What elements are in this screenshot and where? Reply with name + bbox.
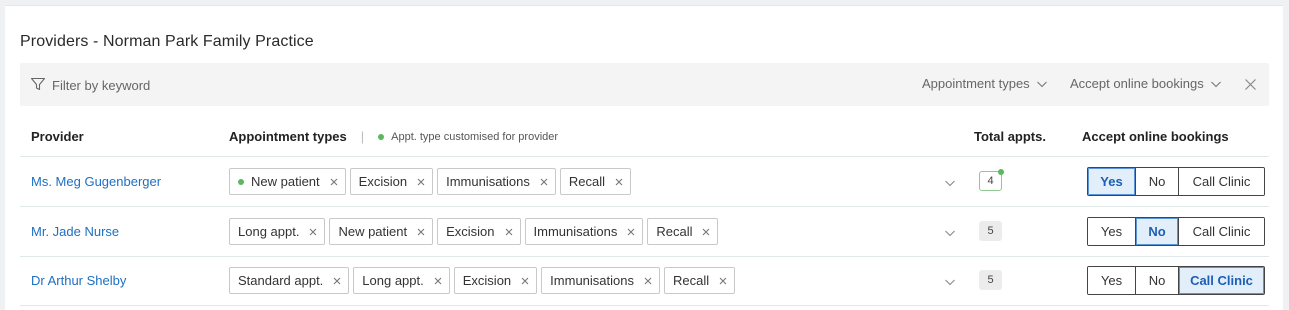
remove-chip-icon[interactable] <box>540 178 548 186</box>
appointment-type-chip: New patient <box>329 218 434 245</box>
column-header-accept: Accept online bookings <box>1082 129 1229 144</box>
total-appts-badge: 4 <box>979 169 1004 191</box>
column-header-appointment-types-label: Appointment types <box>229 129 347 144</box>
appointment-type-chip: Long appt. <box>353 267 450 294</box>
table-row: Dr Arthur Shelby Standard appt. Long appt.… <box>20 256 1269 305</box>
chip-label: Recall <box>672 273 710 288</box>
chip-label: Standard appt. <box>238 273 324 288</box>
chip-label: Immunisations <box>533 224 618 239</box>
remove-chip-icon[interactable] <box>333 277 341 285</box>
provider-name-link[interactable]: Ms. Meg Gugenberger <box>31 174 161 189</box>
total-appts-badge: 5 <box>979 221 1002 241</box>
accept-option-yes[interactable]: Yes <box>1088 168 1135 195</box>
accept-option-call[interactable]: Call Clinic <box>1178 267 1264 294</box>
accept-option-yes[interactable]: Yes <box>1088 218 1135 245</box>
remove-chip-icon[interactable] <box>627 228 635 236</box>
remove-chip-icon[interactable] <box>434 277 442 285</box>
accept-option-yes[interactable]: Yes <box>1088 267 1135 294</box>
chip-label: Excision <box>446 224 495 239</box>
provider-name-link[interactable]: Dr Arthur Shelby <box>31 273 126 288</box>
total-appts-value: 5 <box>987 274 994 286</box>
table-row: Mr. Jade Nurse Long appt. New patient Excis… <box>20 207 1269 256</box>
accept-online-toggle[interactable]: Yes No Call Clinic <box>1087 266 1265 295</box>
remove-chip-icon[interactable] <box>417 228 425 236</box>
table-row: Ms. Meg Gugenberger New patient Excision Im… <box>20 157 1269 206</box>
remove-chip-icon[interactable] <box>702 228 710 236</box>
accept-online-toggle[interactable]: Yes No Call Clinic <box>1087 217 1265 246</box>
appointment-type-chip: Immunisations <box>541 267 660 294</box>
page-title: Providers - Norman Park Family Practice <box>20 33 314 50</box>
customised-dot <box>998 169 1004 175</box>
appointment-types-dropdown-label: Appointment types <box>922 76 1030 91</box>
remove-chip-icon[interactable] <box>521 277 529 285</box>
appointment-type-chip: Excision <box>453 267 538 294</box>
column-header-appointment-types: Appointment types | Appt. type customise… <box>229 129 558 144</box>
accept-online-dropdown-label: Accept online bookings <box>1070 76 1204 91</box>
appointment-types-chips[interactable]: Long appt. New patient Excision Immunisatio… <box>229 218 719 245</box>
accept-option-no[interactable]: No <box>1135 218 1178 245</box>
column-header-provider: Provider <box>31 129 84 144</box>
chip-label: Excision <box>462 273 512 288</box>
appointment-type-chip: Immunisations <box>524 218 644 245</box>
chevron-down-icon <box>1210 81 1221 87</box>
appointment-type-chip: Standard appt. <box>229 267 350 294</box>
chip-label: New patient <box>338 224 408 239</box>
appointment-type-chip: Immunisations <box>437 168 556 195</box>
customised-dot <box>238 178 244 185</box>
chevron-down-icon[interactable] <box>944 227 956 239</box>
appointment-type-chip: Recall <box>559 168 632 195</box>
chip-label: Long appt. <box>362 273 424 288</box>
filter-icon <box>30 77 46 91</box>
accept-option-no[interactable]: No <box>1135 168 1178 195</box>
remove-chip-icon[interactable] <box>644 277 652 285</box>
providers-card: Providers - Norman Park Family Practice … <box>5 5 1283 310</box>
chip-label: Long appt. <box>238 224 300 239</box>
filter-bar: Appointment types Accept online bookings <box>20 63 1269 106</box>
total-appts-badge: 5 <box>979 270 1002 290</box>
appointment-type-chip: Excision <box>437 218 521 245</box>
chip-label: Recall <box>656 224 693 239</box>
appointment-type-chip: Recall <box>663 267 736 294</box>
chevron-down-icon[interactable] <box>944 276 956 288</box>
accept-option-no[interactable]: No <box>1135 267 1178 294</box>
header-separator: | <box>360 129 365 144</box>
remove-chip-icon[interactable] <box>615 178 623 186</box>
chevron-down-icon <box>1036 81 1047 87</box>
accept-option-call[interactable]: Call Clinic <box>1178 168 1264 195</box>
filter-keyword-input[interactable] <box>52 75 352 95</box>
chip-label: Immunisations <box>446 174 530 189</box>
provider-name-link[interactable]: Mr. Jade Nurse <box>31 224 119 239</box>
chip-label: New patient <box>251 174 320 189</box>
appointment-type-chip: New patient <box>229 168 346 195</box>
accept-option-call[interactable]: Call Clinic <box>1178 218 1264 245</box>
remove-chip-icon[interactable] <box>417 178 425 186</box>
appointment-type-chip: Excision <box>349 168 434 195</box>
chip-label: Recall <box>568 174 606 189</box>
clear-filters-icon[interactable] <box>1244 78 1257 91</box>
remove-chip-icon[interactable] <box>719 277 727 285</box>
appointment-type-chip: Recall <box>647 218 719 245</box>
customised-legend-text: Appt. type customised for provider <box>391 130 559 143</box>
chevron-down-icon[interactable] <box>944 177 956 189</box>
total-appts-value: 4 <box>987 175 994 187</box>
chip-label: Immunisations <box>550 273 634 288</box>
customised-legend-dot <box>378 133 385 140</box>
appointment-types-dropdown[interactable]: Appointment types <box>922 76 1048 91</box>
accept-online-dropdown[interactable]: Accept online bookings <box>1070 76 1222 91</box>
appointment-types-chips[interactable]: Standard appt. Long appt. Excision Immunisa… <box>229 267 736 294</box>
appointment-type-chip: Long appt. <box>229 218 326 245</box>
row-divider <box>20 305 1269 306</box>
remove-chip-icon[interactable] <box>330 178 338 186</box>
accept-online-toggle[interactable]: Yes No Call Clinic <box>1087 167 1265 196</box>
total-appts-value: 5 <box>987 225 994 237</box>
column-header-total: Total appts. <box>974 129 1046 144</box>
remove-chip-icon[interactable] <box>505 228 513 236</box>
remove-chip-icon[interactable] <box>309 228 317 236</box>
appointment-types-chips[interactable]: New patient Excision Immunisations Recall <box>229 168 632 195</box>
chip-label: Excision <box>358 174 408 189</box>
